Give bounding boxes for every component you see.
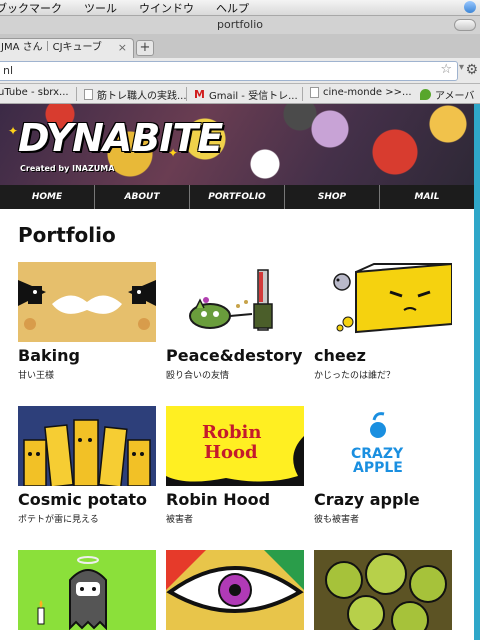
- peace-thumbnail[interactable]: [166, 262, 304, 342]
- portfolio-item-peace[interactable]: Peace&destory 殴り合いの友情: [166, 262, 304, 381]
- portfolio-title[interactable]: Robin Hood: [166, 490, 304, 509]
- portfolio-item-cosmic-potato[interactable]: Cosmic potato ポテトが雷に見える: [18, 406, 156, 525]
- browser-tab[interactable]: JMA さん｜CJキューブ ×: [0, 38, 134, 58]
- bookmark-label: Gmail - 受信トレ...: [208, 91, 298, 102]
- status-icons: [464, 1, 476, 13]
- gmail-icon: M: [194, 88, 205, 101]
- web-page: DYNABITE Created by INAZUMA ✦ ✦ HOME ABO…: [0, 104, 474, 640]
- menu-tools[interactable]: ツール: [84, 0, 117, 16]
- bookmark-item[interactable]: アメーバ: [420, 87, 474, 102]
- page-icon: [310, 87, 319, 98]
- nav-mail[interactable]: MAIL: [380, 185, 474, 209]
- nav-portfolio[interactable]: PORTFOLIO: [190, 185, 285, 209]
- close-icon[interactable]: ×: [118, 39, 127, 57]
- robin-hood-thumbnail[interactable]: Robin Hood: [166, 406, 304, 486]
- settings-wrench-icon[interactable]: ⚙: [465, 62, 478, 78]
- dropdown-icon[interactable]: ▾: [459, 62, 464, 73]
- bookmark-label: アメーバ: [435, 91, 475, 102]
- apple-thumb-text-2: APPLE: [353, 460, 403, 476]
- nav-shop[interactable]: SHOP: [285, 185, 380, 209]
- bookmark-item[interactable]: M Gmail - 受信トレ...: [194, 87, 298, 102]
- page-right-edge: [474, 104, 480, 640]
- portfolio-caption: 殴り合いの友情: [166, 371, 230, 381]
- bookmark-separator: [186, 87, 187, 101]
- portfolio-title[interactable]: Baking: [18, 346, 156, 365]
- menu-help[interactable]: ヘルプ: [216, 0, 249, 16]
- portfolio-section: Portfolio Baking 甘い王様 Peace&destory 殴り合い…: [0, 209, 474, 640]
- portfolio-title[interactable]: Peace&destory: [166, 346, 304, 365]
- bookmark-item[interactable]: uTube - sbrx...: [0, 87, 69, 98]
- portfolio-item-cheez[interactable]: cheez かじったのは誰だ？: [314, 262, 452, 381]
- portfolio-caption: 被害者: [166, 515, 194, 525]
- crazy-apple-thumbnail[interactable]: CRAZY APPLE: [314, 406, 452, 486]
- bookmark-separator: [76, 87, 77, 101]
- portfolio-caption: かじったのは誰だ？: [314, 371, 396, 381]
- portfolio-item-fruit[interactable]: [314, 550, 452, 634]
- menu-bookmarks[interactable]: ブックマーク: [0, 0, 62, 16]
- bookmark-label: cine-monde >>...: [323, 87, 412, 98]
- bookmark-item[interactable]: 筋トレ職人の実践...: [84, 87, 187, 102]
- bookmark-label: uTube - sbrx...: [0, 87, 69, 98]
- window-title: portfolio: [217, 18, 263, 31]
- sparkle-icon: ✦: [168, 146, 179, 160]
- nav-home[interactable]: HOME: [0, 185, 95, 209]
- ghost-thumbnail[interactable]: [18, 550, 156, 630]
- portfolio-item-eye[interactable]: [166, 550, 304, 634]
- menu-window[interactable]: ウインドウ: [139, 0, 194, 16]
- portfolio-item-ghost[interactable]: [18, 550, 156, 634]
- ameba-icon: [420, 89, 431, 100]
- site-nav: HOME ABOUT PORTFOLIO SHOP MAIL: [0, 185, 474, 209]
- sparkle-icon: ✦: [8, 124, 19, 138]
- cosmic-potato-thumbnail[interactable]: [18, 406, 156, 486]
- robin-thumb-text-1: Robin: [202, 422, 261, 443]
- os-menubar: ブックマーク ツール ウインドウ ヘルプ: [0, 0, 480, 16]
- cheez-thumbnail[interactable]: [314, 262, 452, 342]
- bookmark-star-icon[interactable]: ☆: [440, 62, 452, 77]
- portfolio-title[interactable]: cheez: [314, 346, 452, 365]
- status-icon[interactable]: [464, 1, 476, 13]
- portfolio-caption: 彼も被害者: [314, 515, 360, 525]
- portfolio-caption: 甘い王様: [18, 371, 55, 381]
- tab-title: JMA さん｜CJキューブ: [1, 42, 102, 53]
- site-header-banner: DYNABITE Created by INAZUMA ✦ ✦: [0, 104, 474, 185]
- bookmark-label: 筋トレ職人の実践...: [97, 91, 187, 102]
- portfolio-title[interactable]: Cosmic potato: [18, 490, 156, 509]
- bookmarks-bar: uTube - sbrx... 筋トレ職人の実践... M Gmail - 受信…: [0, 84, 480, 104]
- fruit-thumbnail[interactable]: [314, 550, 452, 630]
- page-icon: [84, 89, 93, 100]
- eye-thumbnail[interactable]: [166, 550, 304, 630]
- portfolio-item-robin-hood[interactable]: Robin Hood Robin Hood 被害者: [166, 406, 304, 525]
- portfolio-title[interactable]: Crazy apple: [314, 490, 452, 509]
- site-tagline: Created by INAZUMA: [20, 164, 115, 173]
- window-titlebar: portfolio: [0, 16, 480, 34]
- toolbar-toggle-button[interactable]: [454, 19, 476, 31]
- baking-thumbnail[interactable]: [18, 262, 156, 342]
- url-text: nl: [3, 64, 14, 77]
- page-title: Portfolio: [18, 223, 116, 247]
- bookmark-item[interactable]: cine-monde >>...: [310, 87, 412, 98]
- new-tab-button[interactable]: +: [136, 40, 154, 56]
- tab-strip: JMA さん｜CJキューブ × +: [0, 34, 480, 58]
- address-bar[interactable]: nl: [0, 61, 458, 81]
- site-logo[interactable]: DYNABITE: [18, 116, 223, 160]
- bookmark-separator: [302, 87, 303, 101]
- robin-thumb-text-2: Hood: [204, 442, 258, 463]
- portfolio-item-crazy-apple[interactable]: CRAZY APPLE Crazy apple 彼も被害者: [314, 406, 452, 525]
- nav-about[interactable]: ABOUT: [95, 185, 190, 209]
- address-row: nl ☆ ▾: [0, 58, 480, 84]
- portfolio-item-baking[interactable]: Baking 甘い王様: [18, 262, 156, 381]
- portfolio-caption: ポテトが雷に見える: [18, 515, 99, 525]
